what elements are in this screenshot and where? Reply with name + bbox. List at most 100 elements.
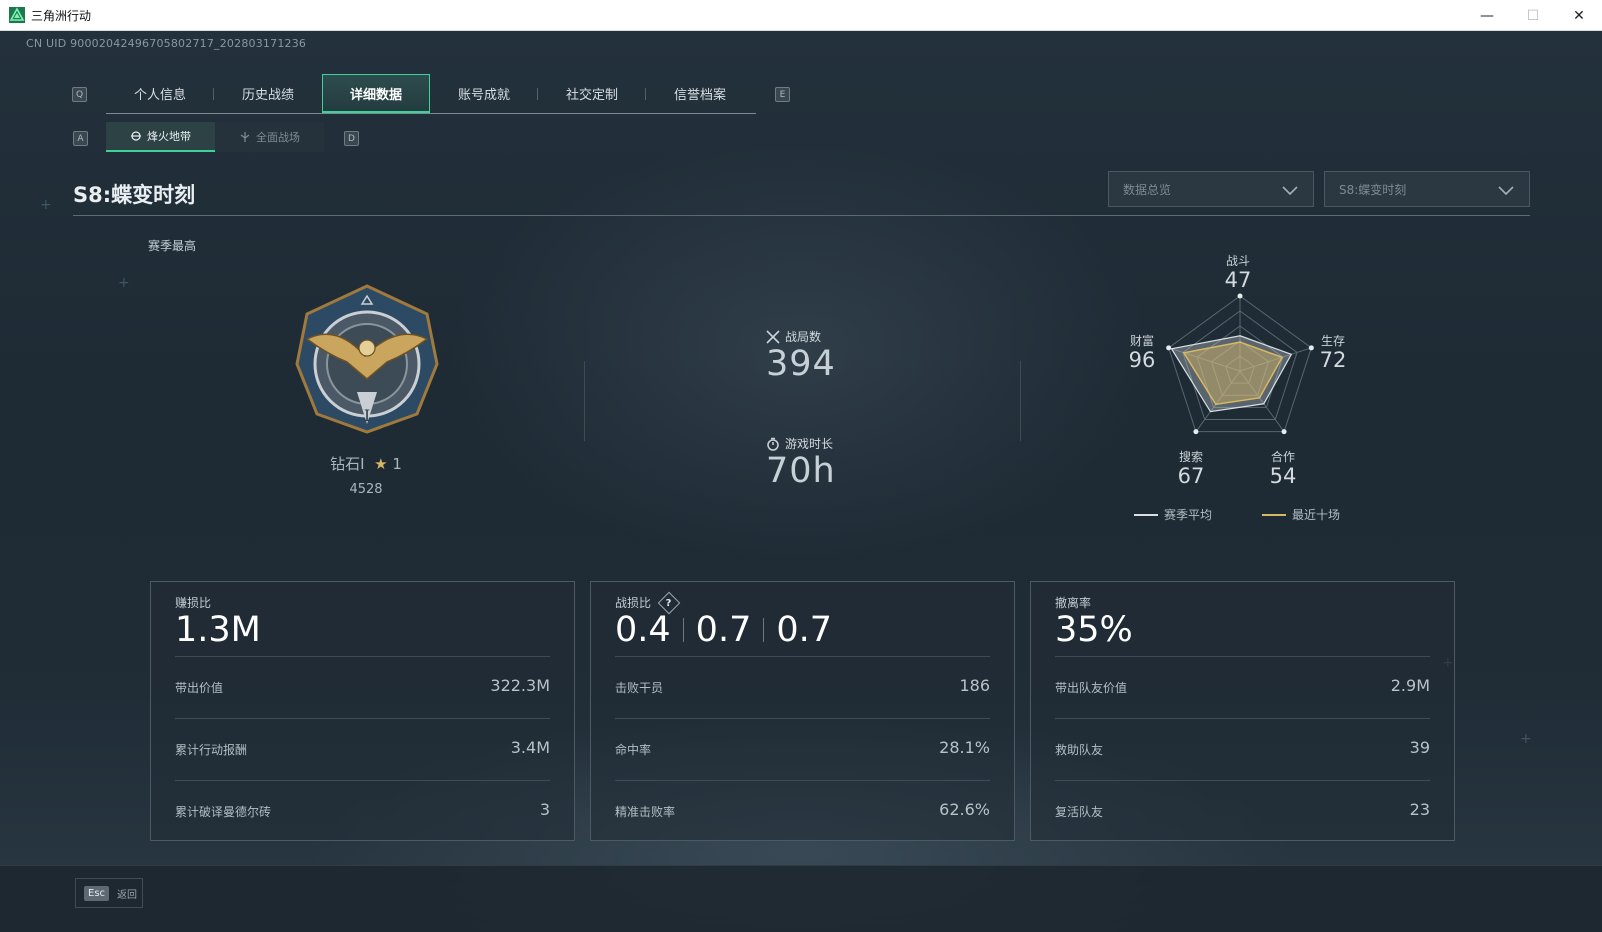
mode-subtabs: 烽火地带 全面战场: [106, 122, 324, 152]
hazard-mode-icon: [131, 131, 141, 141]
radar-axis-dot: [1193, 429, 1199, 435]
radar-value-coop: 54: [1269, 464, 1297, 488]
row-value: 28.1%: [939, 738, 990, 757]
card-label: 战损比 ?: [615, 591, 681, 614]
row-value: 322.3M: [490, 676, 550, 695]
card-main-value: 1.3M: [175, 610, 261, 650]
tab-label: 个人信息: [133, 88, 186, 103]
tab-label: 信誉档案: [673, 88, 726, 103]
card-label: 撤离率: [1055, 596, 1092, 610]
svg-text:I: I: [364, 406, 370, 425]
prev-tab-key[interactable]: Q: [72, 87, 87, 102]
card-divider: [175, 780, 550, 781]
row-label: 复活队友: [1055, 805, 1104, 819]
card-divider: [1055, 780, 1430, 781]
radar-label-search: 搜索: [1178, 450, 1203, 464]
extraction-rate-card: 撤离率 35% 带出队友价值 2.9M 救助队友 39 复活队友 23: [1030, 581, 1455, 841]
radar-label-wealth: 财富: [1129, 334, 1154, 348]
tab-label: 社交定制: [565, 88, 618, 103]
chevron-down-icon: [1282, 186, 1298, 196]
footer-bar: Esc 返回: [0, 865, 1602, 932]
row-label: 累计行动报酬: [175, 743, 248, 757]
close-button[interactable]: ✕: [1556, 0, 1602, 31]
game-screen: + + + + CN UID 9000204249670580271​7_202…: [0, 31, 1602, 932]
row-value: 62.6%: [939, 800, 990, 819]
matches-label-text: 战局数: [785, 330, 822, 344]
tab-label: 历史战绩: [241, 88, 294, 103]
subtab-hazard-zone[interactable]: 烽火地带: [106, 122, 215, 152]
app-logo-icon: [9, 7, 25, 23]
card-divider: [615, 780, 990, 781]
ability-radar-chart: 战斗 47 生存 72 合作 54 搜索 67 财富 96: [1105, 246, 1375, 541]
value-separator: [682, 618, 684, 642]
radar-label-survival: 生存: [1320, 334, 1345, 348]
row-label: 带出队友价值: [1055, 681, 1128, 695]
diamond-rank-medal-icon: I: [295, 284, 439, 434]
radar-label-coop: 合作: [1270, 450, 1295, 464]
rank-name-line: 钻石I ★ 1: [296, 453, 436, 474]
season-divider: [73, 215, 1530, 216]
row-label: 带出价值: [175, 681, 224, 695]
back-button[interactable]: Esc 返回: [75, 878, 143, 908]
tab-credit[interactable]: 信誉档案: [646, 74, 754, 113]
crossed-swords-icon: [766, 329, 780, 344]
subtab-label: 烽火地带: [147, 130, 191, 143]
next-tab-key[interactable]: E: [775, 87, 790, 102]
matches-label: 战局数: [766, 328, 821, 345]
card-divider: [175, 718, 550, 719]
row-value: 2.9M: [1390, 676, 1430, 695]
playtime-label: 游戏时长: [766, 435, 833, 452]
esc-key: Esc: [84, 885, 110, 901]
subtab-warfare[interactable]: 全面战场: [215, 122, 324, 152]
legend-swatch: [1134, 513, 1158, 516]
stopwatch-icon: [767, 437, 779, 451]
row-value: 23: [1409, 800, 1430, 819]
row-label: 累计破译曼德尔砖: [175, 805, 272, 819]
card-label: 赚损比: [175, 596, 212, 610]
dropdown-value: 数据总览: [1123, 182, 1172, 197]
decor-plus-icon: +: [1520, 731, 1532, 747]
data-view-dropdown[interactable]: 数据总览: [1108, 171, 1314, 207]
radar-value-wealth: 96: [1128, 348, 1156, 372]
playtime-value: 70h: [766, 451, 836, 491]
card-main-value: 35%: [1055, 610, 1133, 650]
radar-value-combat: 47: [1224, 268, 1252, 292]
tab-detailed-data[interactable]: 详细数据: [322, 74, 430, 113]
profit-loss-ratio: 1.3M: [175, 610, 261, 650]
legend-season-average: 赛季平均: [1134, 506, 1212, 523]
stat-divider: [584, 361, 585, 441]
radar-axis-dot: [1237, 293, 1243, 299]
legend-recent-ten: 最近十场: [1262, 506, 1340, 523]
back-label: 返回: [117, 889, 138, 901]
profit-loss-card: 赚损比 1.3M 带出价值 322.3M 累计行动报酬 3.4M 累计破译曼德尔…: [150, 581, 575, 841]
next-subtab-key[interactable]: D: [344, 131, 359, 146]
warfare-mode-icon: [240, 132, 250, 142]
legend-swatch: [1262, 513, 1286, 516]
radar-axis-dot: [1166, 345, 1172, 351]
tab-achievements[interactable]: 账号成就: [430, 74, 538, 113]
legend-label: 赛季平均: [1164, 508, 1213, 522]
kd-value-2: 0.7: [695, 610, 752, 650]
maximize-button[interactable]: ☐: [1510, 0, 1556, 31]
prev-subtab-key[interactable]: A: [73, 131, 88, 146]
radar-value-search: 67: [1177, 464, 1205, 488]
tab-social[interactable]: 社交定制: [538, 74, 646, 113]
tab-personal-info[interactable]: 个人信息: [106, 74, 214, 113]
main-tabs: 个人信息 历史战绩 详细数据 账号成就 社交定制 信誉档案: [106, 74, 756, 114]
stat-divider: [1020, 361, 1021, 441]
row-label: 精准击败率: [615, 805, 676, 819]
star-icon: ★: [374, 455, 388, 473]
playtime-label-text: 游戏时长: [785, 437, 834, 451]
tab-history[interactable]: 历史战绩: [214, 74, 322, 113]
card-label-text: 战损比: [615, 596, 652, 610]
row-value: 3.4M: [510, 738, 550, 757]
chevron-down-icon: [1498, 186, 1514, 196]
card-divider: [615, 656, 990, 657]
season-dropdown[interactable]: S8:蝶变时刻: [1324, 171, 1530, 207]
window-title: 三角洲行动: [31, 8, 92, 23]
season-best-label: 赛季最高: [148, 239, 197, 253]
radar-value-survival: 72: [1319, 348, 1347, 372]
minimize-button[interactable]: —: [1464, 0, 1510, 31]
card-main-value: 0.4 0.7 0.7: [615, 610, 832, 650]
rank-stars: 1: [392, 455, 402, 473]
